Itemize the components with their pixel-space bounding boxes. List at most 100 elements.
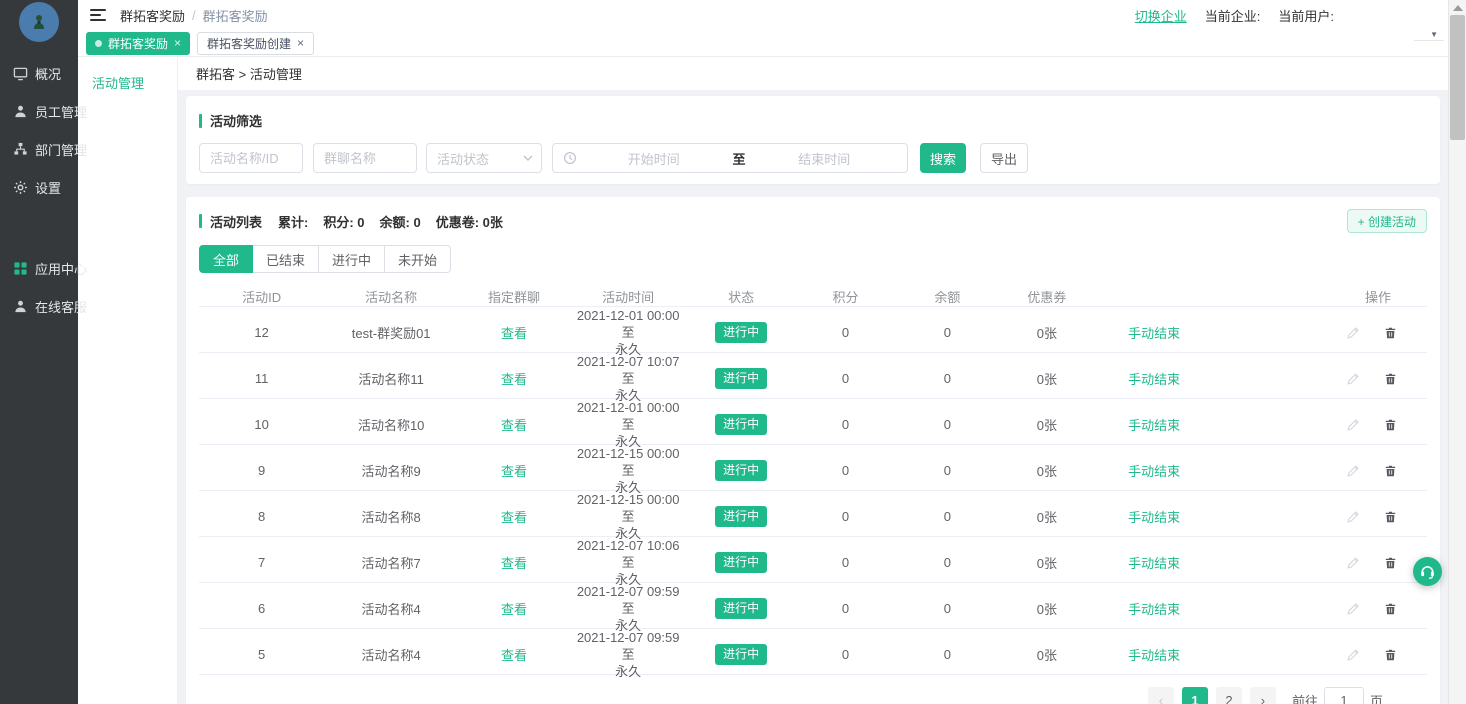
manual-end-link[interactable]: 手动结束: [1128, 323, 1180, 342]
status-badge: 进行中: [715, 460, 767, 480]
view-link[interactable]: 查看: [501, 326, 527, 341]
page-area: 群拓客 > 活动管理 活动筛选 活动状态: [178, 57, 1448, 704]
manual-end-link[interactable]: 手动结束: [1128, 461, 1180, 480]
pagination-pages: 12: [1182, 687, 1242, 704]
cell-balance: 0: [895, 647, 999, 662]
search-button[interactable]: 搜索: [920, 143, 966, 173]
user-dropdown-caret-icon[interactable]: ▼: [1430, 30, 1438, 39]
status-tab[interactable]: 未开始: [384, 245, 451, 273]
create-activity-button[interactable]: + 创建活动: [1347, 209, 1427, 233]
cell-coupon: 0张: [1000, 369, 1095, 388]
column-header: 余额: [895, 287, 999, 306]
edit-icon[interactable]: [1346, 602, 1360, 616]
submenu-item-activity-management[interactable]: 活动管理: [78, 65, 177, 99]
sidebar-item-employees[interactable]: 员工管理: [0, 92, 78, 130]
sidebar-item-app-center[interactable]: 应用中心: [0, 249, 78, 287]
edit-icon[interactable]: [1346, 556, 1360, 570]
next-page-button[interactable]: ›: [1250, 687, 1276, 704]
close-icon[interactable]: ×: [174, 37, 181, 49]
logo-figure: [29, 12, 49, 32]
status-tab[interactable]: 全部: [199, 245, 253, 273]
manual-end-link[interactable]: 手动结束: [1128, 369, 1180, 388]
delete-icon[interactable]: [1384, 648, 1397, 662]
current-user-label: 当前用户:: [1278, 6, 1334, 25]
cell-activity-name: 活动名称10: [324, 415, 458, 434]
cell-coupon: 0张: [1000, 461, 1095, 480]
manual-end-link[interactable]: 手动结束: [1128, 645, 1180, 664]
view-link[interactable]: 查看: [501, 418, 527, 433]
delete-icon[interactable]: [1384, 510, 1397, 524]
group-name-input[interactable]: [313, 143, 417, 173]
cell-operations: 手动结束: [1094, 415, 1427, 434]
view-link[interactable]: 查看: [501, 464, 527, 479]
date-range-picker[interactable]: 开始时间 至 结束时间: [552, 143, 908, 173]
manual-end-link[interactable]: 手动结束: [1128, 599, 1180, 618]
cell-specified-group: 查看: [458, 415, 570, 434]
cell-specified-group: 查看: [458, 369, 570, 388]
cell-activity-id: 11: [199, 371, 324, 386]
current-company-label: 当前企业:: [1205, 6, 1261, 25]
cell-balance: 0: [895, 371, 999, 386]
activity-name-input[interactable]: [199, 143, 303, 173]
start-time-placeholder: 开始时间: [581, 149, 727, 168]
sidebar-item-online-service[interactable]: 在线客服: [0, 287, 78, 325]
page-number-button[interactable]: 2: [1216, 687, 1242, 704]
edit-icon[interactable]: [1346, 418, 1360, 432]
page-number-button[interactable]: 1: [1182, 687, 1208, 704]
sidebar-item-overview[interactable]: 概况: [0, 54, 78, 92]
delete-icon[interactable]: [1384, 326, 1397, 340]
view-link[interactable]: 查看: [501, 602, 527, 617]
edit-icon[interactable]: [1346, 510, 1360, 524]
delete-icon[interactable]: [1384, 464, 1397, 478]
manual-end-link[interactable]: 手动结束: [1128, 415, 1180, 434]
manual-end-link[interactable]: 手动结束: [1128, 507, 1180, 526]
cell-operations: 手动结束: [1094, 645, 1427, 664]
delete-icon[interactable]: [1384, 418, 1397, 432]
view-link[interactable]: 查看: [501, 648, 527, 663]
delete-icon[interactable]: [1384, 372, 1397, 386]
prev-page-button[interactable]: ‹: [1148, 687, 1174, 704]
cell-coupon: 0张: [1000, 553, 1095, 572]
view-link[interactable]: 查看: [501, 372, 527, 387]
status-tab[interactable]: 已结束: [252, 245, 319, 273]
delete-icon[interactable]: [1384, 556, 1397, 570]
sidebar-item-departments[interactable]: 部门管理: [0, 130, 78, 168]
goto-page-input[interactable]: [1324, 687, 1364, 704]
company-logo[interactable]: [19, 2, 59, 42]
customer-service-fab[interactable]: [1413, 557, 1442, 586]
close-icon[interactable]: ×: [297, 37, 304, 49]
vertical-scrollbar[interactable]: [1448, 0, 1466, 704]
sidebar-item-label: 应用中心: [35, 259, 87, 278]
scrollbar-up-icon[interactable]: [1453, 5, 1463, 11]
cell-balance: 0: [895, 509, 999, 524]
activity-status-select[interactable]: 活动状态: [426, 143, 542, 173]
sidebar-item-label: 部门管理: [35, 140, 87, 159]
pagination: ‹ 12 › 前往 页: [199, 675, 1427, 704]
cell-activity-id: 6: [199, 601, 324, 616]
status-tab[interactable]: 进行中: [318, 245, 385, 273]
edit-icon[interactable]: [1346, 464, 1360, 478]
manual-end-link[interactable]: 手动结束: [1128, 553, 1180, 572]
sidebar-item-settings[interactable]: 设置: [0, 168, 78, 206]
cell-status: 进行中: [686, 644, 795, 664]
edit-icon[interactable]: [1346, 372, 1360, 386]
cell-activity-time: 2021-12-01 00:00 至 永久: [570, 399, 687, 450]
time-line-start: 2021-12-01 00:00 至: [570, 307, 687, 341]
delete-icon[interactable]: [1384, 602, 1397, 616]
cell-activity-name: 活动名称4: [324, 645, 458, 664]
chevron-down-icon: [523, 155, 533, 161]
collapse-menu-icon[interactable]: [90, 9, 106, 21]
scrollbar-thumb[interactable]: [1450, 15, 1465, 140]
tab-group-reward[interactable]: 群拓客奖励 ×: [86, 32, 190, 55]
cell-operations: 手动结束: [1094, 599, 1427, 618]
tab-group-reward-create[interactable]: 群拓客奖励创建 ×: [197, 32, 314, 55]
topbar-right: 切换企业 当前企业: 当前用户:: [1135, 6, 1434, 25]
view-link[interactable]: 查看: [501, 556, 527, 571]
view-link[interactable]: 查看: [501, 510, 527, 525]
switch-company-link[interactable]: 切换企业: [1135, 6, 1187, 25]
edit-icon[interactable]: [1346, 648, 1360, 662]
time-line-start: 2021-12-07 09:59 至: [570, 629, 687, 663]
cell-activity-time: 2021-12-15 00:00 至 永久: [570, 445, 687, 496]
edit-icon[interactable]: [1346, 326, 1360, 340]
export-button[interactable]: 导出: [980, 143, 1028, 173]
